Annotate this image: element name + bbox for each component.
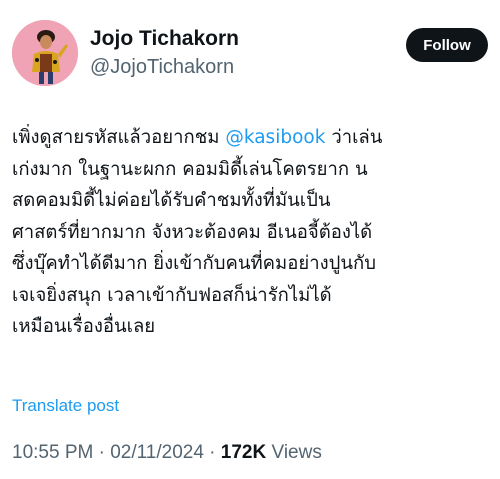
follow-button[interactable]: Follow <box>406 28 488 62</box>
tweet-line: เจเจยิ่งสนุก เวลาเข้ากับฟอสก็น่ารักไม่ได… <box>12 284 332 306</box>
mention-link[interactable]: @kasibook <box>225 127 325 148</box>
avatar[interactable] <box>12 20 78 86</box>
tweet-line: เพิ่งดูสายรหัสแล้วอยากชม @kasibook ว่าเล… <box>12 122 492 154</box>
avatar-image <box>12 20 78 86</box>
views-count[interactable]: 172K <box>221 442 266 463</box>
meta-separator: · <box>93 442 111 463</box>
tweet-header: Jojo Tichakorn @JojoTichakorn Follow <box>12 12 488 92</box>
translate-post-link[interactable]: Translate post <box>12 396 119 416</box>
post-time[interactable]: 10:55 PM <box>12 442 93 463</box>
tweet-line: เก่งมาก ในฐานะผกก คอมมิดี้เล่นโคตรยาก น <box>12 158 368 180</box>
post-date[interactable]: 02/11/2024 <box>110 442 204 463</box>
user-handle[interactable]: @JojoTichakorn <box>90 54 239 80</box>
author-names: Jojo Tichakorn @JojoTichakorn <box>90 26 239 80</box>
tweet-text-segment: เพิ่งดูสายรหัสแล้วอยากชม <box>12 127 226 148</box>
tweet-line: เหมือนเรื่องอื่นเลย <box>12 316 156 337</box>
meta-separator: · <box>203 442 221 463</box>
tweet-text: เพิ่งดูสายรหัสแล้วอยากชม @kasibook ว่าเล… <box>12 122 492 343</box>
views-label: Views <box>266 442 322 463</box>
tweet-line: ศาสตร์ที่ยากมาก จังหวะต้องคม อีเนอจี้ต้อ… <box>12 221 373 243</box>
tweet-line: ซึ่งบุ๊คทำได้ดีมาก ยิ่งเข้ากับคนที่คมอย่… <box>12 253 376 274</box>
display-name[interactable]: Jojo Tichakorn <box>90 26 239 52</box>
tweet-line: สดคอมมิดี้ไม่ค่อยได้รับคำชมทั้งที่มันเป็… <box>12 190 331 211</box>
tweet-meta: 10:55 PM · 02/11/2024 · 172K Views <box>12 442 322 464</box>
tweet-text-segment: ว่าเล่น <box>325 127 383 148</box>
